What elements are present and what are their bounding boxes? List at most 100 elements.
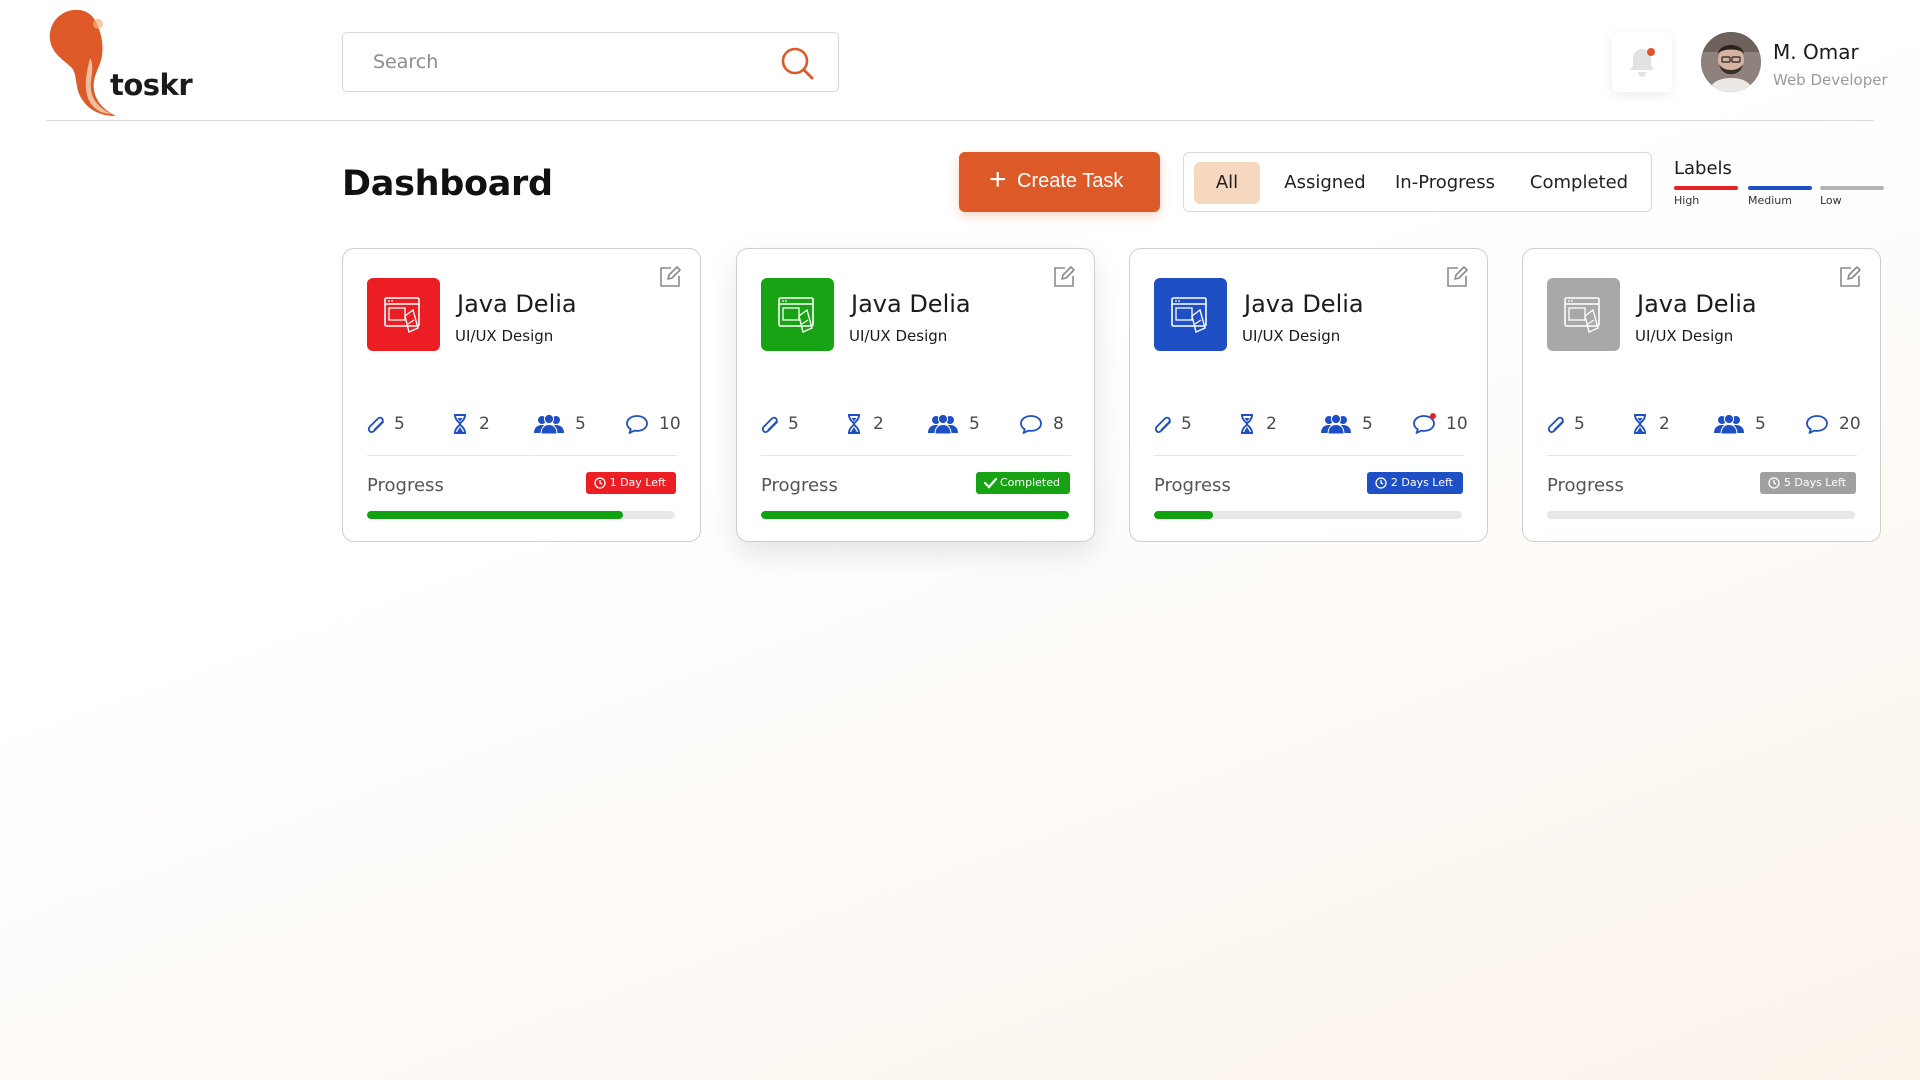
design-file-icon (1564, 297, 1600, 333)
legend-low-bar (1820, 186, 1884, 190)
card-divider (1547, 455, 1857, 456)
filter-tabs: All Assigned In-Progress Completed (1183, 152, 1652, 212)
status-badge: Completed (976, 472, 1070, 494)
team-icon (534, 413, 564, 435)
design-file-icon (1171, 297, 1207, 333)
card-divider (761, 455, 1071, 456)
header-divider (46, 120, 1874, 121)
attachments-count[interactable]: 5 (1545, 411, 1605, 437)
hourglass-icon (1241, 414, 1253, 434)
create-task-button[interactable]: + Create Task (959, 152, 1160, 212)
card-category: UI/UX Design (849, 327, 948, 345)
team-icon (928, 413, 958, 435)
attachments-count[interactable]: 5 (365, 411, 425, 437)
time-count[interactable]: 2 (1629, 411, 1689, 437)
toskr-logo[interactable]: toskr (46, 6, 196, 118)
task-card-3[interactable]: Java Delia UI/UX Design 5 2 5 10 Progres… (1129, 248, 1488, 542)
comments-value: 10 (1446, 414, 1468, 434)
edit-icon[interactable] (1838, 265, 1862, 289)
status-badge: 1 Day Left (585, 472, 676, 494)
attachments-value: 5 (1574, 414, 1585, 434)
card-title: Java Delia (1244, 290, 1364, 318)
edit-icon[interactable] (1445, 265, 1469, 289)
legend-medium-bar (1748, 186, 1812, 190)
comment-icon (1020, 415, 1042, 434)
card-divider (367, 455, 677, 456)
comments-count[interactable]: 10 (1412, 411, 1472, 437)
comments-count[interactable]: 10 (625, 411, 685, 437)
clock-icon (593, 477, 606, 489)
task-card-1[interactable]: Java Delia UI/UX Design 5 2 5 10 Progres… (342, 248, 701, 542)
members-count[interactable]: 5 (1713, 411, 1783, 437)
task-card-4[interactable]: Java Delia UI/UX Design 5 2 5 20 Progres… (1522, 248, 1881, 542)
progress-bar-fill (367, 511, 623, 519)
progress-bar-fill (761, 511, 1069, 519)
progress-bar (1154, 511, 1462, 519)
legend-low-label: Low (1820, 194, 1842, 207)
project-icon-tile (1547, 278, 1620, 351)
card-category: UI/UX Design (1242, 327, 1341, 345)
avatar[interactable] (1701, 32, 1761, 92)
search-input[interactable] (357, 39, 757, 85)
comments-count[interactable]: 20 (1805, 411, 1865, 437)
progress-label: Progress (367, 475, 444, 496)
comment-icon (626, 415, 648, 434)
unread-dot (1647, 48, 1655, 56)
app-header: toskr M. Omar Web Developer (0, 0, 1920, 122)
clock-icon (1768, 477, 1780, 489)
members-count[interactable]: 5 (533, 411, 603, 437)
bell-icon (1630, 48, 1655, 77)
tab-all[interactable]: All (1194, 162, 1260, 204)
progress-label: Progress (1547, 475, 1624, 496)
status-text: 5 Days Left (1783, 476, 1846, 489)
check-icon (984, 477, 997, 489)
page-title: Dashboard (342, 164, 553, 204)
tab-assigned[interactable]: Assigned (1278, 162, 1372, 204)
time-count[interactable]: 2 (1236, 411, 1296, 437)
paperclip-icon (1154, 416, 1171, 434)
attachments-value: 5 (1181, 414, 1192, 434)
members-value: 5 (969, 414, 980, 434)
progress-bar (761, 511, 1069, 519)
attachments-value: 5 (788, 414, 799, 434)
time-value: 2 (1659, 414, 1670, 434)
comments-value: 20 (1839, 414, 1861, 434)
edit-icon[interactable] (1052, 265, 1076, 289)
time-count[interactable]: 2 (843, 411, 903, 437)
progress-bar (367, 511, 675, 519)
hourglass-icon (1634, 414, 1646, 434)
task-card-2[interactable]: Java Delia UI/UX Design 5 2 5 8 Progress… (736, 248, 1095, 542)
legend-high-bar (1674, 186, 1738, 190)
progress-bar-fill (1154, 511, 1213, 519)
progress-label: Progress (761, 475, 838, 496)
attachments-count[interactable]: 5 (1152, 411, 1212, 437)
project-icon-tile (1154, 278, 1227, 351)
create-task-label: Create Task (1017, 170, 1124, 192)
plus-icon: + (989, 163, 1007, 196)
time-value: 2 (1266, 414, 1277, 434)
clock-icon (1375, 477, 1387, 489)
progress-bar (1547, 511, 1855, 519)
comments-count[interactable]: 8 (1019, 411, 1079, 437)
tab-completed[interactable]: Completed (1518, 162, 1640, 204)
project-icon-tile (761, 278, 834, 351)
paperclip-icon (367, 416, 384, 434)
time-value: 2 (873, 414, 884, 434)
status-text: 1 Day Left (609, 476, 666, 489)
notifications-button[interactable] (1612, 32, 1672, 92)
tab-in-progress[interactable]: In-Progress (1390, 162, 1500, 204)
time-count[interactable]: 2 (449, 411, 509, 437)
card-category: UI/UX Design (455, 327, 554, 345)
search-icon[interactable] (780, 46, 814, 80)
search-box (342, 32, 839, 92)
card-title: Java Delia (851, 290, 971, 318)
card-title: Java Delia (457, 290, 577, 318)
attachments-count[interactable]: 5 (759, 411, 819, 437)
members-count[interactable]: 5 (927, 411, 997, 437)
members-count[interactable]: 5 (1320, 411, 1390, 437)
hourglass-icon (848, 414, 860, 434)
members-value: 5 (1362, 414, 1373, 434)
edit-icon[interactable] (658, 265, 682, 289)
paperclip-icon (1547, 416, 1564, 434)
attachments-value: 5 (394, 414, 405, 434)
